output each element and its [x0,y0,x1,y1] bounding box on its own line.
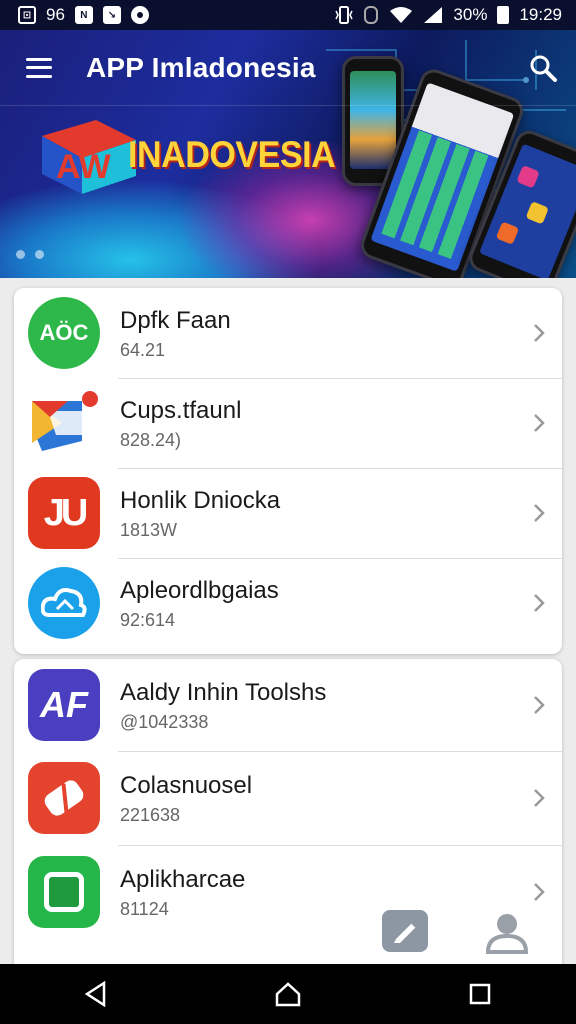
app-list-card: AÖC Dpfk Faan 64.21 Cups.tfaunl 828.24) … [14,288,562,654]
status-right: 30% 19:29 [335,5,562,25]
eraser-icon [28,762,100,834]
app-bar: APP Imladonesia [0,30,576,106]
list-item[interactable]: AF Aaldy Inhin Toolshs @1042338 [14,659,562,751]
app-name: Cups.tfaunl [120,396,242,424]
battery-percentage: 30% [453,5,488,24]
image-notification-icon: ⊡ [18,6,36,24]
app-meta: @1042338 [120,711,209,732]
app-meta: 828.24) [120,429,182,450]
app-name: Aplikharcae [120,865,246,893]
list-item[interactable]: Apleordlbgaias 92:614 [14,558,562,648]
square-app-icon [28,856,100,928]
list-item[interactable]: Cups.tfaunl 828.24) [14,378,562,468]
app-meta: 221638 [120,804,181,825]
carousel-dot[interactable] [16,250,25,259]
cloud-icon [28,567,100,639]
aoc-icon: AÖC [28,297,100,369]
page-title: APP Imladonesia [86,51,316,83]
recents-button[interactable] [460,974,500,1014]
download-notification-icon: ↘ [102,6,121,24]
chevron-right-icon [534,594,545,612]
battery-icon [497,6,510,24]
app-list-card: AF Aaldy Inhin Toolshs @1042338 Colasnuo… [14,659,562,979]
signal-icon [424,7,443,23]
chevron-right-icon [534,504,545,522]
mail-arrow-icon [28,387,100,459]
app-name: Dpfk Faan [120,306,231,334]
app-name: Apleordlbgaias [120,576,279,604]
chevron-right-icon [534,883,545,901]
ju-icon: JU [28,477,100,549]
af-icon: AF [28,669,100,741]
hamburger-menu-icon[interactable] [26,57,52,78]
clock: 19:29 [519,5,562,24]
vibrate-icon [335,6,354,24]
chevron-right-icon [534,789,545,807]
home-button[interactable] [268,974,308,1014]
system-nav-bar [0,964,576,1024]
back-button[interactable] [76,974,116,1014]
list-item[interactable]: Aplikharcae 81124 [14,845,562,939]
app-meta: 1813W [120,519,178,540]
home-icon [275,982,301,1007]
app-meta: 64.21 [120,339,166,360]
status-bar: ⊡ 96 N ↘ 30% 19:29 [0,0,576,30]
carousel-dot[interactable] [35,250,44,259]
app-name: Honlik Dniocka [120,486,281,514]
search-icon[interactable] [528,53,558,83]
wifi-icon [390,7,413,23]
svg-text:AW: AW [56,148,112,186]
recents-square-icon [469,983,491,1005]
list-item[interactable]: JU Honlik Dniocka 1813W [14,468,562,558]
carousel-dots[interactable] [16,250,44,259]
back-triangle-icon [84,981,106,1007]
app-meta: 92:614 [120,609,176,630]
data-saver-icon [364,6,379,24]
chevron-right-icon [534,414,545,432]
list-item[interactable]: Colasnuosel 221638 [14,751,562,845]
chevron-right-icon [534,324,545,342]
profile-icon[interactable] [484,910,530,956]
status-left: ⊡ 96 N ↘ [18,5,149,25]
chevron-right-icon [534,696,545,714]
banner-logo-text: INADOVESIA [128,134,336,175]
app-name: Aaldy Inhin Toolshs [120,678,327,706]
notification-count: 96 [46,5,65,24]
app-notification-icon: N [74,6,93,24]
app-name: Colasnuosel [120,771,253,799]
list-item[interactable]: AÖC Dpfk Faan 64.21 [14,288,562,378]
chat-notification-icon [130,6,149,24]
edit-icon[interactable] [382,910,428,952]
app-meta: 81124 [120,898,169,919]
